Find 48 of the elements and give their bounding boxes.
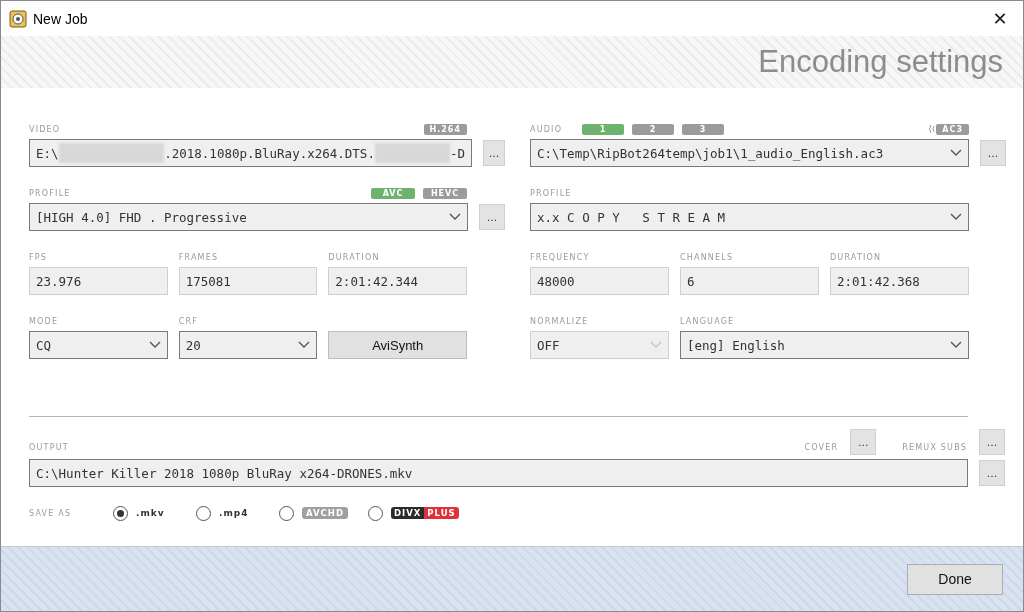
format-label: .mkv: [136, 508, 166, 518]
codec-badge: AC3: [936, 123, 969, 135]
field-label: OUTPUT: [29, 443, 69, 452]
avisynth-button[interactable]: AviSynth: [328, 331, 467, 359]
readonly-field: 23.976: [29, 267, 168, 295]
language-dropdown[interactable]: [eng] English: [680, 331, 969, 359]
field-label: MODE: [29, 316, 59, 326]
field-label: PROFILE: [29, 188, 71, 198]
field-label: CHANNELS: [680, 252, 734, 262]
crf-dropdown[interactable]: 20: [178, 331, 318, 359]
done-button[interactable]: Done: [907, 563, 1003, 595]
profile-dropdown[interactable]: x.x C O P Y S T R E A M: [530, 203, 969, 231]
format-label: .mp4: [219, 508, 250, 518]
field-label: LANGUAGE: [680, 316, 735, 326]
browse-button[interactable]: ...: [479, 204, 505, 230]
header-title: Encoding settings: [758, 44, 1003, 80]
format-badge: AVCHD: [302, 507, 348, 519]
window-title: New Job: [33, 10, 89, 27]
profile-dropdown[interactable]: [HIGH 4.0] FHD . Progressive: [29, 203, 468, 231]
field-label: DURATION: [830, 252, 882, 262]
field-label: VIDEO: [29, 124, 61, 134]
readonly-field: 2:01:42.344: [328, 267, 467, 295]
readonly-field: 48000: [530, 267, 669, 295]
field-label: COVER: [804, 443, 839, 452]
field-label: FREQUENCY: [530, 252, 590, 262]
field-label: PROFILE: [530, 188, 572, 198]
cover-browse-button[interactable]: ...: [850, 429, 877, 455]
readonly-field: 6: [680, 267, 819, 295]
browse-button[interactable]: ...: [482, 140, 505, 166]
field-label: AUDIO: [530, 124, 564, 134]
readonly-field: 2:01:42.368: [830, 267, 969, 295]
field-label: REMUX SUBS: [902, 443, 967, 452]
subs-browse-button[interactable]: ...: [979, 429, 1005, 455]
browse-button[interactable]: ...: [980, 140, 1006, 166]
mode-dropdown[interactable]: CQ: [29, 331, 168, 359]
readonly-field: 175081: [178, 267, 318, 295]
field-label: FRAMES: [178, 252, 219, 262]
output-path-field[interactable]: C:\Hunter Killer 2018 1080p BluRay x264-DRONES.mkv: [29, 459, 968, 487]
browse-button[interactable]: ...: [979, 460, 1005, 486]
field-label: CRF: [178, 316, 199, 326]
audio-path-dropdown[interactable]: C:\Temp\RipBot264temp\job1\1_audio_English.ac3: [530, 139, 969, 167]
field-label: NORMALIZE: [530, 316, 589, 326]
video-path-field[interactable]: E:\ .2018.1080p.BluRay.x264.DTS. -D: [29, 139, 472, 167]
field-label: DURATION: [328, 252, 380, 262]
field-label: SAVE AS: [29, 508, 73, 518]
field-label: FPS: [29, 252, 48, 262]
codec-badge: H.264: [423, 123, 467, 135]
close-button[interactable]: ✕: [977, 1, 1023, 36]
